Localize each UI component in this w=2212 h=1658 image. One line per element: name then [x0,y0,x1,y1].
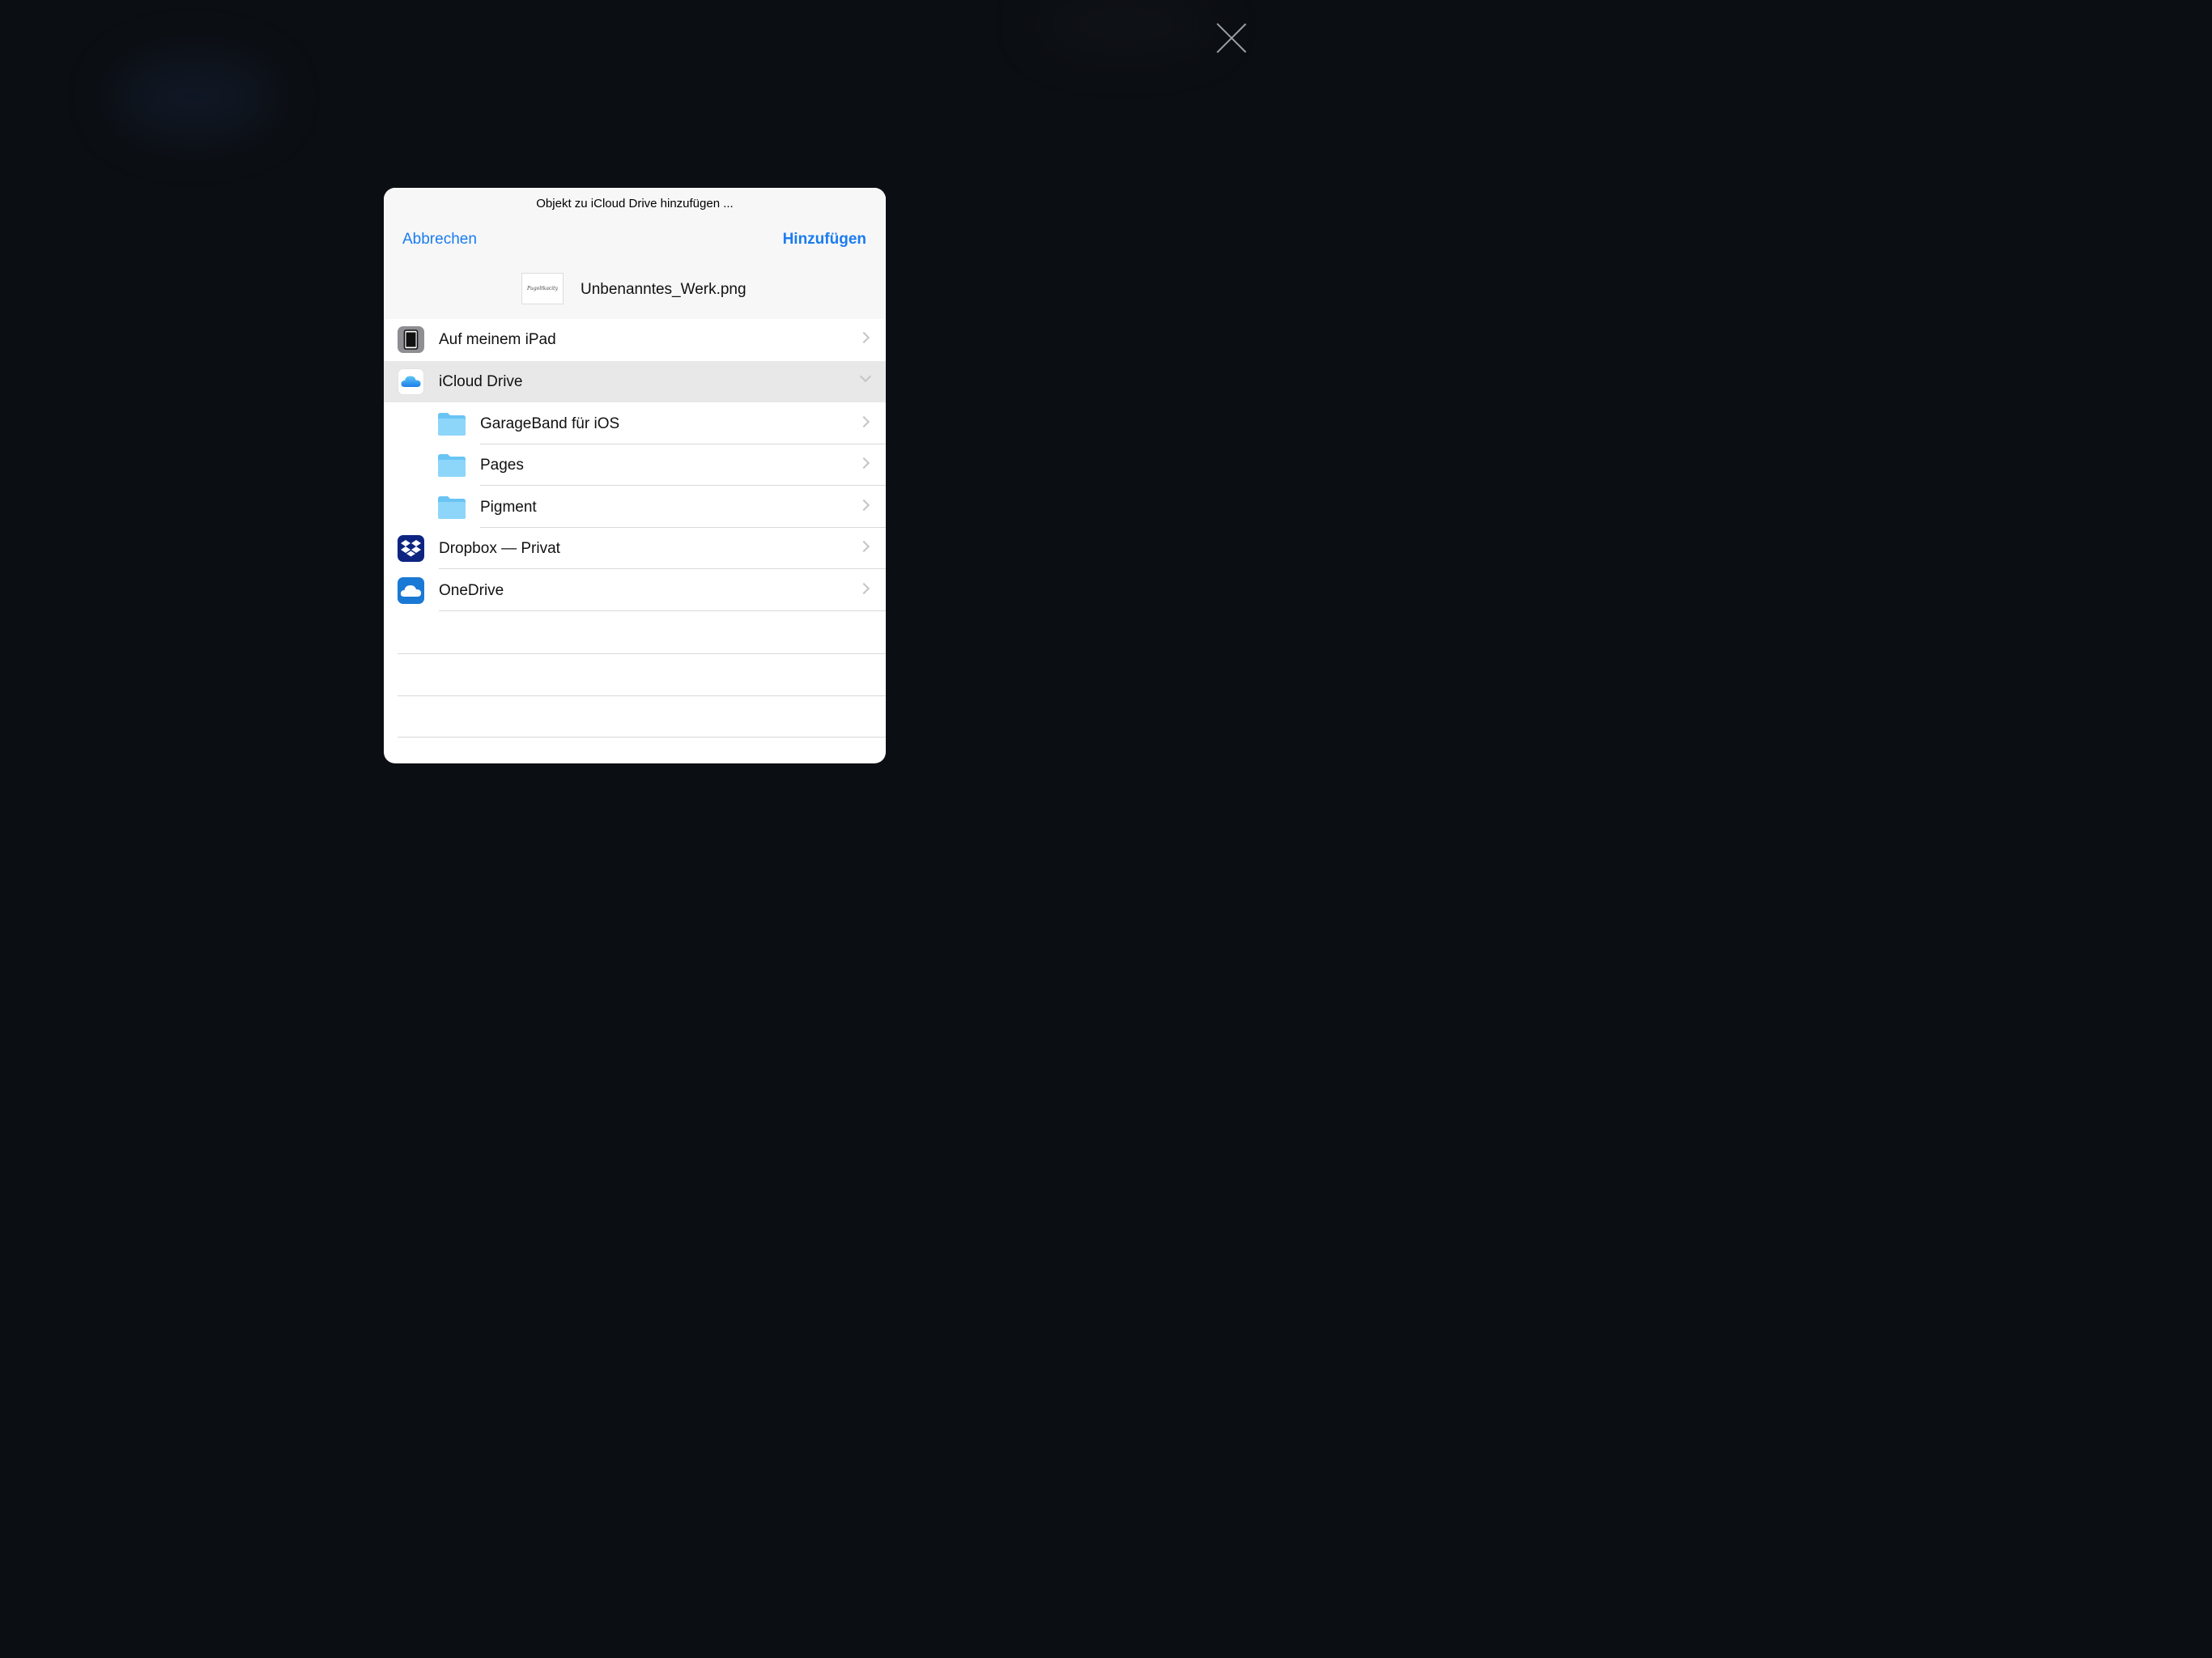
ipad-icon [398,326,424,353]
row-separator [439,568,886,569]
row-separator [439,610,886,611]
folder-label: Pigment [480,499,537,516]
location-label: OneDrive [439,582,504,599]
folder-row-pigment[interactable]: Pigment [384,487,886,528]
chevron-right-icon [857,331,870,344]
background-content [113,57,275,138]
close-icon[interactable] [1214,21,1249,55]
folder-label: GarageBand für iOS [480,415,620,432]
row-separator [480,485,886,486]
chevron-right-icon [857,540,870,553]
chevron-down-icon [859,370,872,383]
onedrive-icon [398,577,424,604]
chevron-right-icon [857,582,870,595]
add-button[interactable]: Hinzufügen [783,230,866,249]
chevron-right-icon [857,457,870,470]
background-content [1036,0,1214,49]
location-label: iCloud Drive [439,373,523,390]
location-label: Dropbox — Privat [439,540,560,557]
location-row-on-my-ipad[interactable]: Auf meinem iPad [384,319,886,360]
thumbnail-text: Pugoltkacity [527,286,558,291]
dialog-header: Objekt zu iCloud Drive hinzufügen ... Ab… [384,188,886,319]
location-row-dropbox[interactable]: Dropbox — Privat [384,528,886,569]
add-to-icloud-dialog: Objekt zu iCloud Drive hinzufügen ... Ab… [384,188,886,763]
dialog-title: Objekt zu iCloud Drive hinzufügen ... [536,197,734,210]
folder-row-pages[interactable]: Pages [384,444,886,486]
folder-label: Pages [480,457,524,474]
file-thumbnail: Pugoltkacity [521,273,564,304]
folder-row-garageband[interactable]: GarageBand für iOS [384,403,886,444]
row-separator [398,737,886,738]
chevron-right-icon [857,415,870,428]
location-row-icloud-drive[interactable]: iCloud Drive [384,361,886,402]
folder-icon [438,413,466,436]
folder-icon [438,496,466,519]
chevron-right-icon [857,499,870,512]
location-label: Auf meinem iPad [439,331,556,348]
folder-icon [438,454,466,477]
row-separator [398,695,886,696]
dropbox-icon [398,535,424,562]
cancel-button[interactable]: Abbrechen [402,230,477,249]
location-row-onedrive[interactable]: OneDrive [384,570,886,611]
file-name: Unbenanntes_Werk.png [581,281,747,298]
icloud-icon [398,368,424,395]
row-separator [398,653,886,654]
